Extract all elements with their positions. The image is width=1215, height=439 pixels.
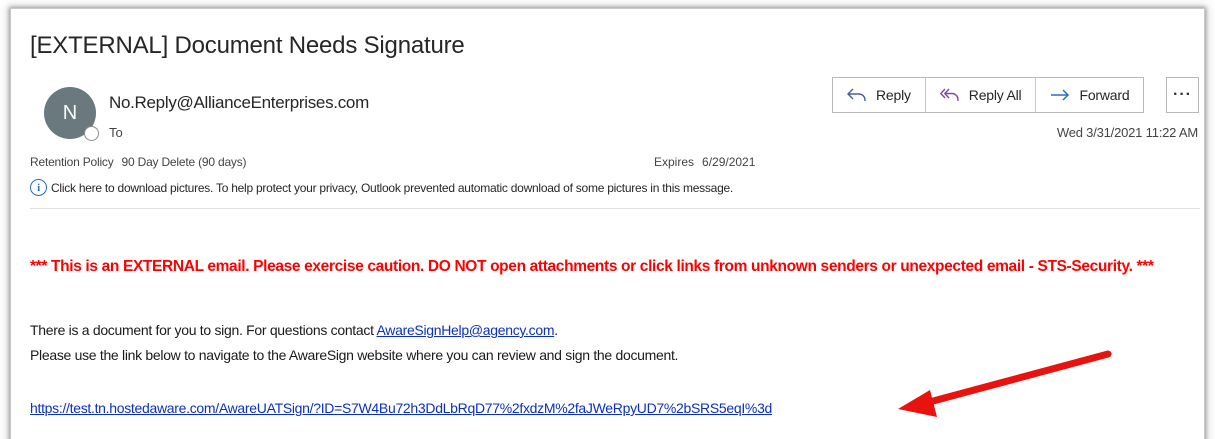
received-datetime: Wed 3/31/2021 11:22 AM (1056, 125, 1198, 140)
expires-value: 6/29/2021 (702, 155, 756, 169)
reply-all-label: Reply All (968, 87, 1022, 103)
forward-button[interactable]: Forward (1036, 78, 1143, 112)
header-divider (30, 208, 1200, 209)
expires-label: Expires (654, 155, 695, 169)
retention-value: 90 Day Delete (90 days) (121, 155, 247, 169)
reply-label: Reply (876, 87, 911, 103)
body-line-instructions: Please use the link below to navigate to… (30, 347, 679, 363)
reply-all-button[interactable]: Reply All (926, 78, 1037, 112)
expiration-info: Expires 6/29/2021 (654, 155, 755, 169)
body-line-contact: There is a document for you to sign. For… (30, 322, 558, 338)
reply-arrow-icon (847, 88, 867, 102)
sign-document-link[interactable]: https://test.tn.hostedaware.com/AwareUAT… (30, 400, 772, 416)
ellipsis-icon: ··· (1173, 86, 1192, 103)
message-actions-bar: Reply Reply All Forward (832, 77, 1145, 113)
to-label: To (109, 125, 123, 140)
sign-link-line: https://test.tn.hostedaware.com/AwareUAT… (30, 400, 772, 416)
contact-suffix: . (554, 322, 558, 338)
email-reading-pane (10, 8, 1205, 439)
reply-all-arrow-icon (939, 88, 960, 102)
help-email-link[interactable]: AwareSignHelp@agency.com (377, 322, 555, 338)
email-subject: [EXTERNAL] Document Needs Signature (30, 32, 465, 59)
retention-policy: Retention Policy 90 Day Delete (90 days) (30, 155, 247, 169)
reply-button[interactable]: Reply (833, 78, 926, 112)
contact-text: There is a document for you to sign. For… (30, 322, 377, 338)
forward-arrow-icon (1050, 88, 1070, 102)
forward-label: Forward (1079, 87, 1130, 103)
presence-status-icon (84, 126, 99, 141)
infobar-text[interactable]: Click here to download pictures. To help… (51, 181, 733, 195)
more-actions-button[interactable]: ··· (1166, 77, 1199, 113)
sender-address[interactable]: No.Reply@AllianceEnterprises.com (109, 93, 369, 113)
avatar-initial: N (62, 101, 78, 124)
info-circle-icon: i (30, 179, 47, 196)
external-email-warning: *** This is an EXTERNAL email. Please ex… (30, 258, 1154, 275)
retention-label: Retention Policy (30, 155, 114, 169)
download-pictures-infobar[interactable]: i Click here to download pictures. To he… (30, 179, 733, 196)
